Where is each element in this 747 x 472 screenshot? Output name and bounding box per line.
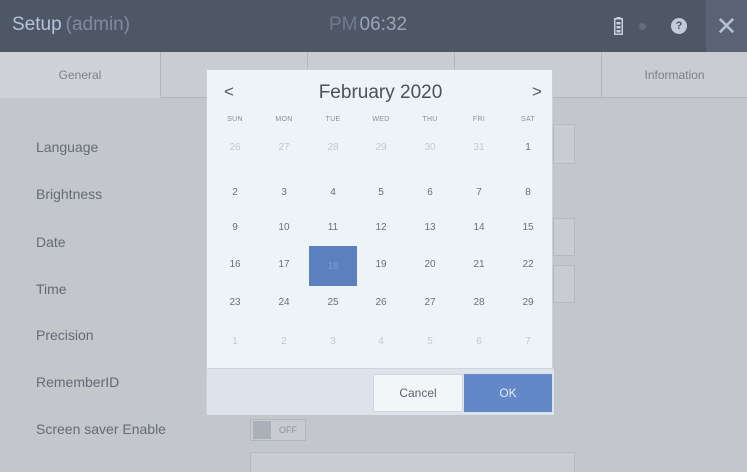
date-label: Date bbox=[36, 234, 66, 250]
rememberid-label: RememberID bbox=[36, 374, 120, 390]
calendar-day[interactable]: 25 bbox=[309, 284, 357, 321]
precision-label: Precision bbox=[36, 327, 94, 343]
calendar-day[interactable]: 28 bbox=[455, 284, 503, 321]
weekday-label: THU bbox=[422, 116, 438, 123]
weekday-label: TUE bbox=[325, 116, 341, 123]
outside-month-day[interactable]: 31 bbox=[455, 127, 503, 167]
calendar-day[interactable]: 16 bbox=[211, 246, 259, 283]
cancel-button[interactable]: Cancel bbox=[373, 374, 463, 412]
outside-month-day[interactable]: 2 bbox=[260, 323, 308, 360]
calendar-day[interactable]: 26 bbox=[357, 284, 405, 321]
tab-general[interactable]: General bbox=[0, 52, 161, 98]
calendar-day[interactable]: 9 bbox=[211, 209, 259, 246]
outside-month-day[interactable]: 29 bbox=[357, 127, 405, 167]
toggle-state: OFF bbox=[279, 425, 297, 435]
outside-month-day[interactable]: 4 bbox=[357, 323, 405, 360]
calendar-day[interactable]: 27 bbox=[406, 284, 454, 321]
calendar-day[interactable]: 23 bbox=[211, 284, 259, 321]
screensaver-timeout-field[interactable] bbox=[250, 452, 575, 472]
calendar-day[interactable]: 1 bbox=[504, 127, 552, 167]
date-field[interactable] bbox=[553, 218, 575, 256]
calendar-day[interactable]: 12 bbox=[357, 209, 405, 246]
status-dot-icon bbox=[632, 0, 652, 52]
calendar-day[interactable]: 11 bbox=[309, 209, 357, 246]
brightness-label: Brightness bbox=[36, 186, 103, 202]
outside-month-day[interactable]: 26 bbox=[211, 127, 259, 167]
screensaver-label: Screen saver Enable bbox=[36, 421, 166, 437]
calendar-day[interactable]: 17 bbox=[260, 246, 308, 283]
selected-day[interactable]: 18 bbox=[309, 246, 357, 286]
tab-information[interactable]: Information bbox=[602, 52, 747, 98]
weekday-label: FRI bbox=[472, 116, 486, 123]
close-button[interactable]: ✕ bbox=[706, 0, 747, 52]
outside-month-day[interactable]: 30 bbox=[406, 127, 454, 167]
app-title: Setup (admin) bbox=[12, 14, 130, 36]
outside-month-day[interactable]: 7 bbox=[504, 323, 552, 360]
help-button[interactable]: ? bbox=[664, 0, 694, 52]
calendar-day[interactable]: 2 bbox=[211, 174, 259, 211]
calendar-day[interactable]: 3 bbox=[260, 174, 308, 211]
month-year-label: February 2020 bbox=[318, 82, 443, 103]
outside-month-day[interactable]: 6 bbox=[455, 323, 503, 360]
calendar-day[interactable]: 15 bbox=[504, 209, 552, 246]
help-icon: ? bbox=[671, 18, 687, 34]
ok-button[interactable]: OK bbox=[464, 374, 552, 412]
calendar-day[interactable]: 4 bbox=[309, 174, 357, 211]
calendar-day[interactable]: 21 bbox=[455, 246, 503, 283]
prev-month-button[interactable]: < bbox=[217, 82, 241, 102]
outside-month-day[interactable]: 1 bbox=[211, 323, 259, 360]
calendar-day[interactable]: 10 bbox=[260, 209, 308, 246]
time-field[interactable] bbox=[553, 265, 575, 303]
weekday-label: MON bbox=[275, 116, 293, 123]
outside-month-day[interactable]: 3 bbox=[309, 323, 357, 360]
calendar-day[interactable]: 20 bbox=[406, 246, 454, 283]
app-title-text: Setup bbox=[12, 14, 62, 35]
clock-time: 06:32 bbox=[359, 14, 408, 35]
calendar-day[interactable]: 6 bbox=[406, 174, 454, 211]
calendar-day[interactable]: 13 bbox=[406, 209, 454, 246]
title-bar: Setup (admin) PM 06:32 ? ✕ bbox=[0, 0, 747, 52]
battery-icon bbox=[607, 0, 629, 52]
calendar-day[interactable]: 24 bbox=[260, 284, 308, 321]
date-picker-header: February 2020 < > bbox=[207, 70, 554, 116]
screensaver-toggle[interactable]: OFF bbox=[250, 419, 306, 441]
time-label: Time bbox=[36, 281, 67, 297]
calendar-day[interactable]: 5 bbox=[357, 174, 405, 211]
weekday-label: SUN bbox=[227, 116, 243, 123]
outside-month-day[interactable]: 5 bbox=[406, 323, 454, 360]
clock: PM 06:32 bbox=[329, 14, 407, 36]
clock-ampm: PM bbox=[329, 14, 358, 35]
user-role: (admin) bbox=[65, 14, 131, 35]
calendar-day[interactable]: 29 bbox=[504, 284, 552, 321]
calendar-day[interactable]: 8 bbox=[504, 174, 552, 211]
close-icon: ✕ bbox=[715, 10, 738, 41]
language-select[interactable] bbox=[553, 124, 575, 164]
weekday-label: SAT bbox=[521, 116, 535, 123]
calendar-day[interactable]: 22 bbox=[504, 246, 552, 283]
calendar-day[interactable]: 14 bbox=[455, 209, 503, 246]
calendar-day[interactable]: 19 bbox=[357, 246, 405, 283]
weekday-label: WED bbox=[372, 116, 390, 123]
toggle-knob bbox=[253, 421, 271, 439]
language-label: Language bbox=[36, 139, 99, 155]
outside-month-day[interactable]: 28 bbox=[309, 127, 357, 167]
next-month-button[interactable]: > bbox=[525, 82, 549, 102]
calendar-day[interactable]: 7 bbox=[455, 174, 503, 211]
date-picker-dialog: February 2020 < > SUN MON TUE WED THU FRI SAT … bbox=[206, 69, 554, 415]
outside-month-day[interactable]: 27 bbox=[260, 127, 308, 167]
